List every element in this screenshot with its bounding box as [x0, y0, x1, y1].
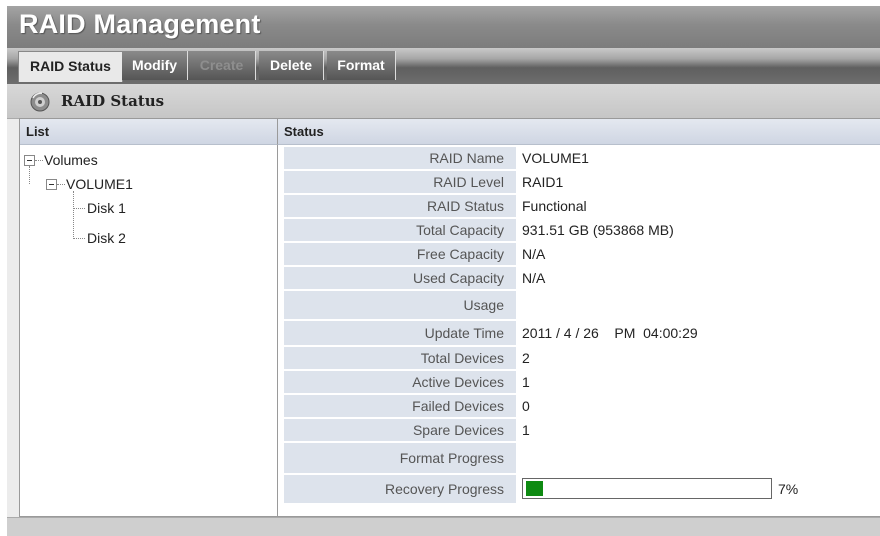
status-header-label: Status: [284, 124, 324, 139]
status-label: RAID Status: [284, 195, 516, 217]
status-value: 931.51 GB (953868 MB): [522, 222, 674, 238]
volume-tree: Volumes VOLUME1 Disk 1 Disk 2: [20, 145, 278, 516]
status-label: RAID Level: [284, 171, 516, 193]
status-label: Spare Devices: [284, 419, 516, 441]
status-value: 0: [522, 398, 530, 414]
section-title: RAID Status: [61, 92, 165, 110]
status-row-free-capacity: Free Capacity N/A: [284, 243, 869, 265]
status-value: VOLUME1: [522, 150, 589, 166]
status-value: 1: [522, 422, 530, 438]
status-label: Total Capacity: [284, 219, 516, 241]
status-label: RAID Name: [284, 147, 516, 169]
status-row-raid-level: RAID Level RAID1: [284, 171, 869, 193]
status-label: Recovery Progress: [284, 475, 516, 503]
status-row-raid-status: RAID Status Functional: [284, 195, 869, 217]
collapse-volume1-toggle[interactable]: [46, 179, 57, 190]
tree-item-disk2[interactable]: Disk 2: [87, 230, 126, 246]
status-label: Usage: [284, 291, 516, 319]
tab-delete[interactable]: Delete: [259, 51, 324, 80]
status-table: RAID Name VOLUME1 RAID Level RAID1 RAID …: [278, 145, 880, 516]
tab-create: Create: [188, 51, 256, 80]
tree-item-volumes[interactable]: Volumes: [44, 152, 98, 168]
recovery-progress-fill: [526, 481, 543, 496]
tab-bar: RAID Status Modify Create Delete Format: [7, 48, 880, 84]
status-value: 1: [522, 374, 530, 390]
tab-raid-status[interactable]: RAID Status: [18, 51, 123, 82]
status-row-total-capacity: Total Capacity 931.51 GB (953868 MB): [284, 219, 869, 241]
tab-modify[interactable]: Modify: [122, 51, 188, 80]
status-value: N/A: [522, 246, 546, 262]
recovery-progress-bar: [522, 478, 772, 499]
status-value: Functional: [522, 198, 587, 214]
status-label: Failed Devices: [284, 395, 516, 417]
raid-status-panel: List Status Volumes VOLUME1 Disk 1 Disk …: [19, 118, 880, 517]
status-value: 2011 / 4 / 26 PM 04:00:29: [522, 325, 698, 341]
section-header: RAID Status: [7, 84, 880, 119]
status-row-format-progress: Format Progress: [284, 443, 869, 473]
raid-management-window: RAID Management RAID Status Modify Creat…: [7, 6, 880, 536]
list-header-label: List: [26, 124, 50, 139]
status-row-update-time: Update Time 2011 / 4 / 26 PM 04:00:29: [284, 321, 869, 345]
status-label: Total Devices: [284, 347, 516, 369]
disk-icon: [30, 92, 50, 112]
status-label: Used Capacity: [284, 267, 516, 289]
status-value: 2: [522, 350, 530, 366]
status-row-spare-devices: Spare Devices 1: [284, 419, 869, 441]
status-row-total-devices: Total Devices 2: [284, 347, 869, 369]
tab-format[interactable]: Format: [327, 51, 396, 80]
status-label: Format Progress: [284, 443, 516, 473]
status-row-failed-devices: Failed Devices 0: [284, 395, 869, 417]
status-value: RAID1: [522, 174, 564, 190]
status-label: Update Time: [284, 321, 516, 345]
status-label: Active Devices: [284, 371, 516, 393]
status-label: Free Capacity: [284, 243, 516, 265]
list-header: List: [20, 119, 278, 145]
tree-item-volume1[interactable]: VOLUME1: [66, 176, 133, 192]
status-row-active-devices: Active Devices 1: [284, 371, 869, 393]
status-row-usage: Usage: [284, 291, 869, 319]
recovery-progress-percent: 7%: [778, 481, 799, 497]
tree-item-disk1[interactable]: Disk 1: [87, 200, 126, 216]
footer-bar: [7, 517, 880, 536]
status-row-raid-name: RAID Name VOLUME1: [284, 147, 869, 169]
status-row-used-capacity: Used Capacity N/A: [284, 267, 869, 289]
collapse-volumes-toggle[interactable]: [24, 155, 35, 166]
status-value: N/A: [522, 270, 546, 286]
status-header: Status: [278, 119, 880, 145]
title-bar: RAID Management: [7, 6, 880, 48]
app-title: RAID Management: [19, 9, 261, 39]
status-row-recovery-progress: Recovery Progress 7%: [284, 475, 869, 503]
